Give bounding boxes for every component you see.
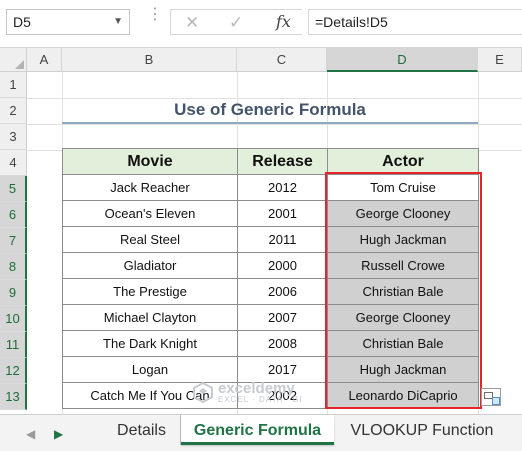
gridline <box>27 124 522 125</box>
cell-movie[interactable]: Real Steel <box>62 226 238 253</box>
scroll-left-icon[interactable]: ◀ <box>26 427 35 441</box>
header-actor[interactable]: Actor <box>327 148 479 175</box>
row-header-2[interactable]: 2 <box>0 98 27 124</box>
cell-release[interactable]: 2000 <box>237 252 328 279</box>
row-header-7[interactable]: 7 <box>0 228 27 254</box>
sheet-tab-bar: ◀ ▶ Details Generic Formula VLOOKUP Func… <box>0 414 522 451</box>
cell-release[interactable]: 2017 <box>237 356 328 383</box>
gridline <box>27 98 522 99</box>
flash-fill-cell-icon <box>492 397 500 405</box>
row-header-11[interactable]: 11 <box>0 332 27 358</box>
sheet-title: Use of Generic Formula <box>174 100 366 119</box>
watermark-tagline: EXCEL · DATA · BI <box>218 395 303 404</box>
cell-movie[interactable]: Logan <box>62 356 238 383</box>
tab-details[interactable]: Details <box>103 415 181 445</box>
cell-release[interactable]: 2001 <box>237 200 328 227</box>
row-header-1[interactable]: 1 <box>0 72 27 98</box>
cell-release[interactable]: 2011 <box>237 226 328 253</box>
formula-buttons: ✕ ✓ fx <box>170 9 302 35</box>
name-box[interactable]: D5 ▼ <box>6 9 130 35</box>
row-header-9[interactable]: 9 <box>0 280 27 306</box>
formula-text: =Details!D5 <box>315 14 388 30</box>
scroll-right-icon[interactable]: ▶ <box>54 427 63 441</box>
cell-release[interactable]: 2007 <box>237 304 328 331</box>
check-icon[interactable]: ✓ <box>229 13 243 33</box>
highlight-box <box>325 172 482 409</box>
row-header-10[interactable]: 10 <box>0 306 27 332</box>
tab-generic-formula[interactable]: Generic Formula <box>181 415 334 445</box>
cell-movie[interactable]: Michael Clayton <box>62 304 238 331</box>
cell-release[interactable]: 2008 <box>237 330 328 357</box>
formula-input[interactable]: =Details!D5 <box>308 9 522 35</box>
column-header-b[interactable]: B <box>62 48 237 72</box>
name-box-value: D5 <box>13 14 31 30</box>
select-all-corner[interactable] <box>0 48 27 72</box>
formula-bar: D5 ▼ ⋮ ✕ ✓ fx =Details!D5 <box>0 0 522 48</box>
cell-release[interactable]: 2012 <box>237 174 328 201</box>
row-header-8[interactable]: 8 <box>0 254 27 280</box>
column-header-e[interactable]: E <box>478 48 522 72</box>
flash-fill-options-icon[interactable] <box>481 388 501 406</box>
cell-release[interactable]: 2006 <box>237 278 328 305</box>
cancel-icon[interactable]: ✕ <box>185 13 199 33</box>
column-header-c[interactable]: C <box>237 48 327 72</box>
exceldemy-logo-icon <box>193 381 213 403</box>
insert-function-icon[interactable]: fx <box>276 12 291 31</box>
drag-handle-icon[interactable]: ⋮ <box>147 7 163 23</box>
cell-movie[interactable]: Ocean's Eleven <box>62 200 238 227</box>
header-release[interactable]: Release <box>237 148 328 175</box>
row-header-4[interactable]: 4 <box>0 150 27 176</box>
cell-movie[interactable]: The Dark Knight <box>62 330 238 357</box>
table-header-row: Movie Release Actor <box>62 148 479 175</box>
tab-vlookup-function[interactable]: VLOOKUP Function <box>336 415 508 445</box>
row-header-12[interactable]: 12 <box>0 358 27 384</box>
column-header-a[interactable]: A <box>27 48 62 72</box>
row-header-5[interactable]: 5 <box>0 176 27 202</box>
header-movie[interactable]: Movie <box>62 148 238 175</box>
row-header-3[interactable]: 3 <box>0 124 27 150</box>
row-header-6[interactable]: 6 <box>0 202 27 228</box>
cell-movie[interactable]: Jack Reacher <box>62 174 238 201</box>
select-all-icon <box>15 60 24 69</box>
cell-movie[interactable]: The Prestige <box>62 278 238 305</box>
title-underline <box>62 122 478 124</box>
spreadsheet-grid: A B C D E 1 2 3 4 5 6 7 8 9 10 11 12 13 … <box>0 48 522 414</box>
row-header-13[interactable]: 13 <box>0 384 27 410</box>
cell-movie[interactable]: Gladiator <box>62 252 238 279</box>
column-header-d[interactable]: D <box>327 48 478 72</box>
chevron-down-icon[interactable]: ▼ <box>113 16 123 27</box>
